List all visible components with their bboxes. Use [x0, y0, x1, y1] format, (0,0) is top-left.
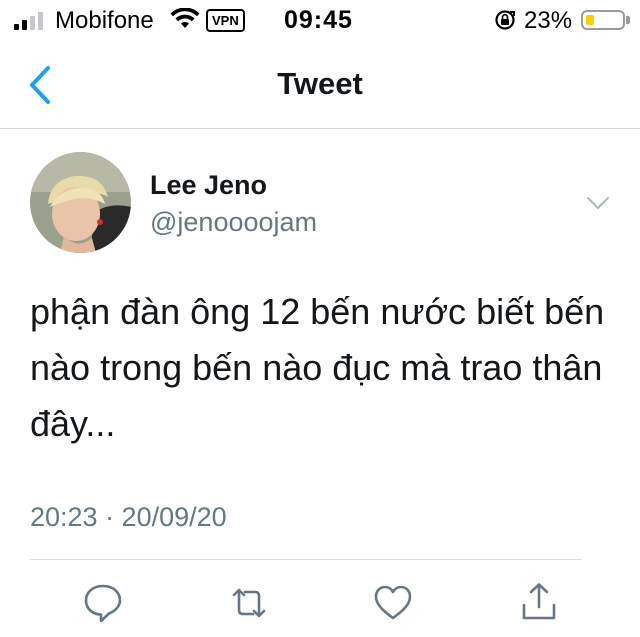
chevron-down-icon[interactable] — [586, 196, 610, 210]
tweet-text: phận đàn ông 12 bến nước biết bến nào tr… — [30, 291, 605, 444]
status-bar: Mobifone VPN 09:45 23% — [0, 0, 640, 40]
vpn-badge: VPN — [206, 9, 245, 32]
wifi-icon — [170, 8, 200, 28]
battery-icon — [581, 10, 625, 30]
avatar[interactable] — [30, 152, 131, 253]
share-icon[interactable] — [516, 580, 562, 626]
navigation-bar: Tweet — [0, 40, 640, 129]
divider — [30, 559, 582, 560]
status-time: 09:45 — [284, 6, 353, 34]
carrier-label: Mobifone — [55, 7, 154, 34]
tweet-actions — [0, 580, 640, 628]
heart-icon[interactable] — [370, 580, 416, 626]
retweet-icon[interactable] — [226, 580, 272, 626]
page-title: Tweet — [277, 66, 363, 101]
battery-percent: 23% — [524, 7, 573, 34]
tweet-timestamp[interactable]: 20:23 · 20/09/20 — [30, 502, 227, 533]
author-name[interactable]: Lee Jeno — [150, 170, 267, 201]
signal-icon — [14, 10, 48, 30]
battery-tip — [626, 16, 630, 24]
comment-icon[interactable] — [80, 580, 126, 626]
battery-level-fill — [586, 15, 594, 25]
avatar-image — [30, 152, 131, 253]
rotation-lock-icon — [495, 10, 515, 30]
author-handle[interactable]: @jenoooojam — [150, 207, 317, 238]
